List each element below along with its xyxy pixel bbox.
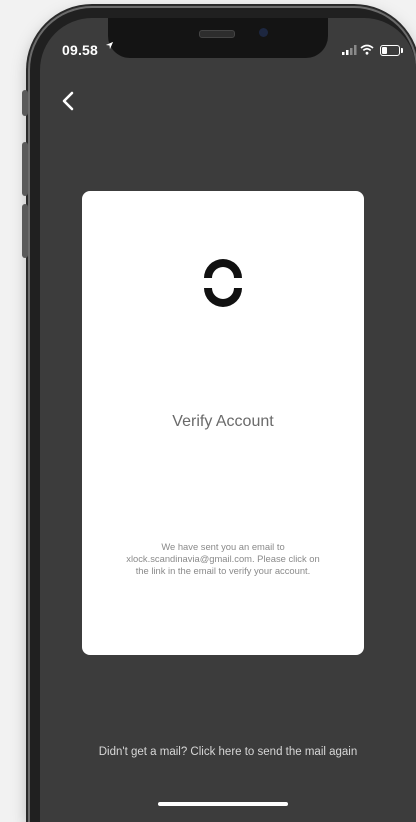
home-indicator [158,802,288,806]
chevron-left-icon [62,91,74,111]
brand-logo-icon [204,259,242,307]
volume-down-button [22,204,28,258]
signal-bars-icon [342,45,357,55]
battery-icon [380,45,403,56]
status-time: 09.58 [62,42,99,58]
app-screen: 09.58 Verify Account We have sent you an… [40,18,416,822]
mute-switch [22,90,28,116]
verification-message: We have sent you an email to xlock.scand… [126,541,320,576]
notch [108,18,328,58]
speaker-grille [199,30,235,38]
battery-tip [401,48,403,53]
status-icons [330,43,403,57]
wifi-icon [360,44,374,55]
back-button[interactable] [56,88,82,114]
page-title: Verify Account [172,413,274,430]
volume-up-button [22,142,28,196]
front-camera [259,28,268,37]
verify-account-card: Verify Account We have sent you an email… [82,191,364,655]
location-arrow-icon [105,41,114,53]
resend-email-link[interactable]: Didn't get a mail? Click here to send th… [40,746,416,758]
battery-level [382,47,387,54]
